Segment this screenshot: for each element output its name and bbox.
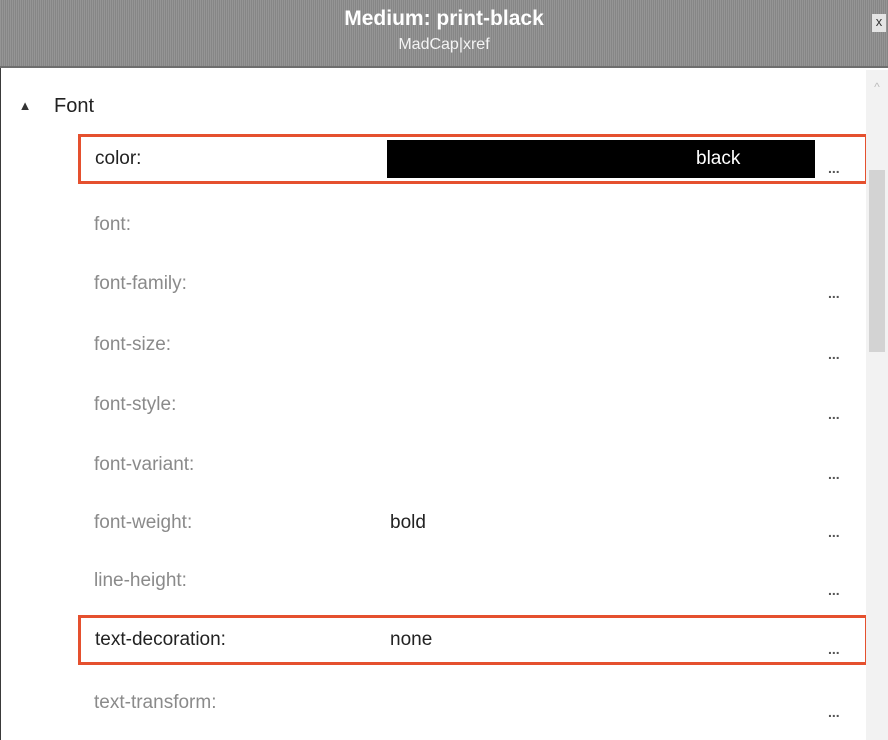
property-name: font-family: bbox=[94, 273, 187, 294]
property-name: font-variant: bbox=[94, 454, 195, 475]
property-row-color[interactable]: color: black ... bbox=[78, 134, 868, 184]
property-name: text-transform: bbox=[94, 692, 217, 713]
property-row-font-size[interactable]: font-size: ... bbox=[78, 320, 868, 370]
property-name: font: bbox=[94, 214, 131, 235]
property-row-font[interactable]: font: bbox=[78, 200, 868, 250]
property-name: text-decoration: bbox=[95, 629, 226, 650]
scroll-up-arrow-icon[interactable]: ^ bbox=[866, 76, 888, 98]
vertical-scrollbar[interactable]: ^ bbox=[866, 70, 888, 740]
scroll-thumb[interactable] bbox=[869, 170, 885, 352]
property-name: font-style: bbox=[94, 394, 177, 415]
property-row-font-style[interactable]: font-style: ... bbox=[78, 380, 868, 430]
ellipsis-button[interactable]: ... bbox=[828, 407, 840, 421]
properties-window: Medium: print-black MadCap|xref x ▲ Font… bbox=[0, 0, 888, 740]
property-row-text-transform[interactable]: text-transform: ... bbox=[78, 678, 868, 728]
window-subtitle: MadCap|xref bbox=[398, 36, 490, 53]
color-value-box[interactable]: black bbox=[387, 140, 815, 178]
ellipsis-button[interactable]: ... bbox=[828, 583, 840, 597]
close-button[interactable]: x bbox=[872, 14, 886, 32]
window-frame-left bbox=[0, 68, 8, 740]
property-row-font-variant[interactable]: font-variant: ... bbox=[78, 440, 868, 490]
property-name: line-height: bbox=[94, 570, 187, 591]
property-value: none bbox=[390, 629, 433, 650]
ellipsis-button[interactable]: ... bbox=[828, 467, 840, 481]
property-value: black bbox=[696, 148, 741, 169]
ellipsis-button[interactable]: ... bbox=[828, 161, 840, 175]
group-label: Font bbox=[54, 94, 95, 117]
property-name: font-weight: bbox=[94, 512, 193, 533]
window-title: Medium: print-black bbox=[344, 7, 544, 30]
property-row-line-height[interactable]: line-height: ... bbox=[78, 556, 868, 606]
ellipsis-button[interactable]: ... bbox=[828, 286, 840, 300]
property-row-text-decoration[interactable]: text-decoration: none ... bbox=[78, 615, 868, 665]
group-header-font[interactable]: ▲ Font bbox=[18, 88, 94, 124]
property-name: color: bbox=[95, 148, 142, 169]
ellipsis-button[interactable]: ... bbox=[828, 705, 840, 719]
property-value: bold bbox=[390, 512, 426, 533]
property-name: font-size: bbox=[94, 334, 172, 355]
ellipsis-button[interactable]: ... bbox=[828, 525, 840, 539]
ellipsis-button[interactable]: ... bbox=[828, 642, 840, 656]
ellipsis-button[interactable]: ... bbox=[828, 347, 840, 361]
property-row-font-family[interactable]: font-family: ... bbox=[78, 259, 868, 309]
collapse-triangle-icon[interactable]: ▲ bbox=[18, 98, 32, 114]
property-row-font-weight[interactable]: font-weight: bold ... bbox=[78, 498, 868, 548]
title-bar[interactable]: Medium: print-black MadCap|xref x bbox=[0, 0, 888, 68]
